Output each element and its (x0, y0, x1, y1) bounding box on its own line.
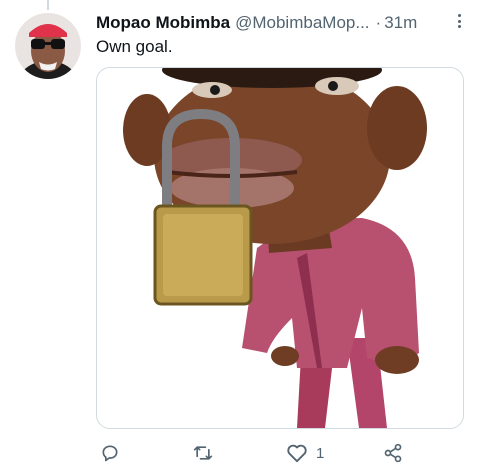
tweet-timestamp[interactable]: 31m (384, 13, 417, 33)
reply-icon (100, 443, 120, 463)
tweet-media-image[interactable] (96, 67, 464, 429)
share-button[interactable] (383, 440, 411, 466)
heart-icon (286, 443, 308, 463)
retweet-icon (192, 443, 214, 463)
tweet-actions: 1 (96, 440, 464, 466)
thread-connector-line (47, 0, 49, 10)
author-handle[interactable]: @MobimbaMop... (235, 13, 369, 33)
reply-button[interactable] (100, 440, 128, 466)
avatar-image (15, 13, 81, 79)
retweet-button[interactable] (192, 440, 222, 466)
avatar[interactable] (15, 13, 81, 79)
like-button[interactable]: 1 (286, 440, 324, 466)
tweet-text: Own goal. (96, 37, 173, 56)
tweet-header: Mopao Mobimba @MobimbaMop... · 31m (96, 12, 468, 34)
caricature-illustration (97, 68, 463, 428)
share-icon (383, 443, 403, 463)
author-name[interactable]: Mopao Mobimba (96, 13, 230, 33)
more-icon[interactable] (454, 12, 464, 30)
like-count: 1 (316, 444, 325, 462)
separator-dot: · (375, 13, 382, 32)
